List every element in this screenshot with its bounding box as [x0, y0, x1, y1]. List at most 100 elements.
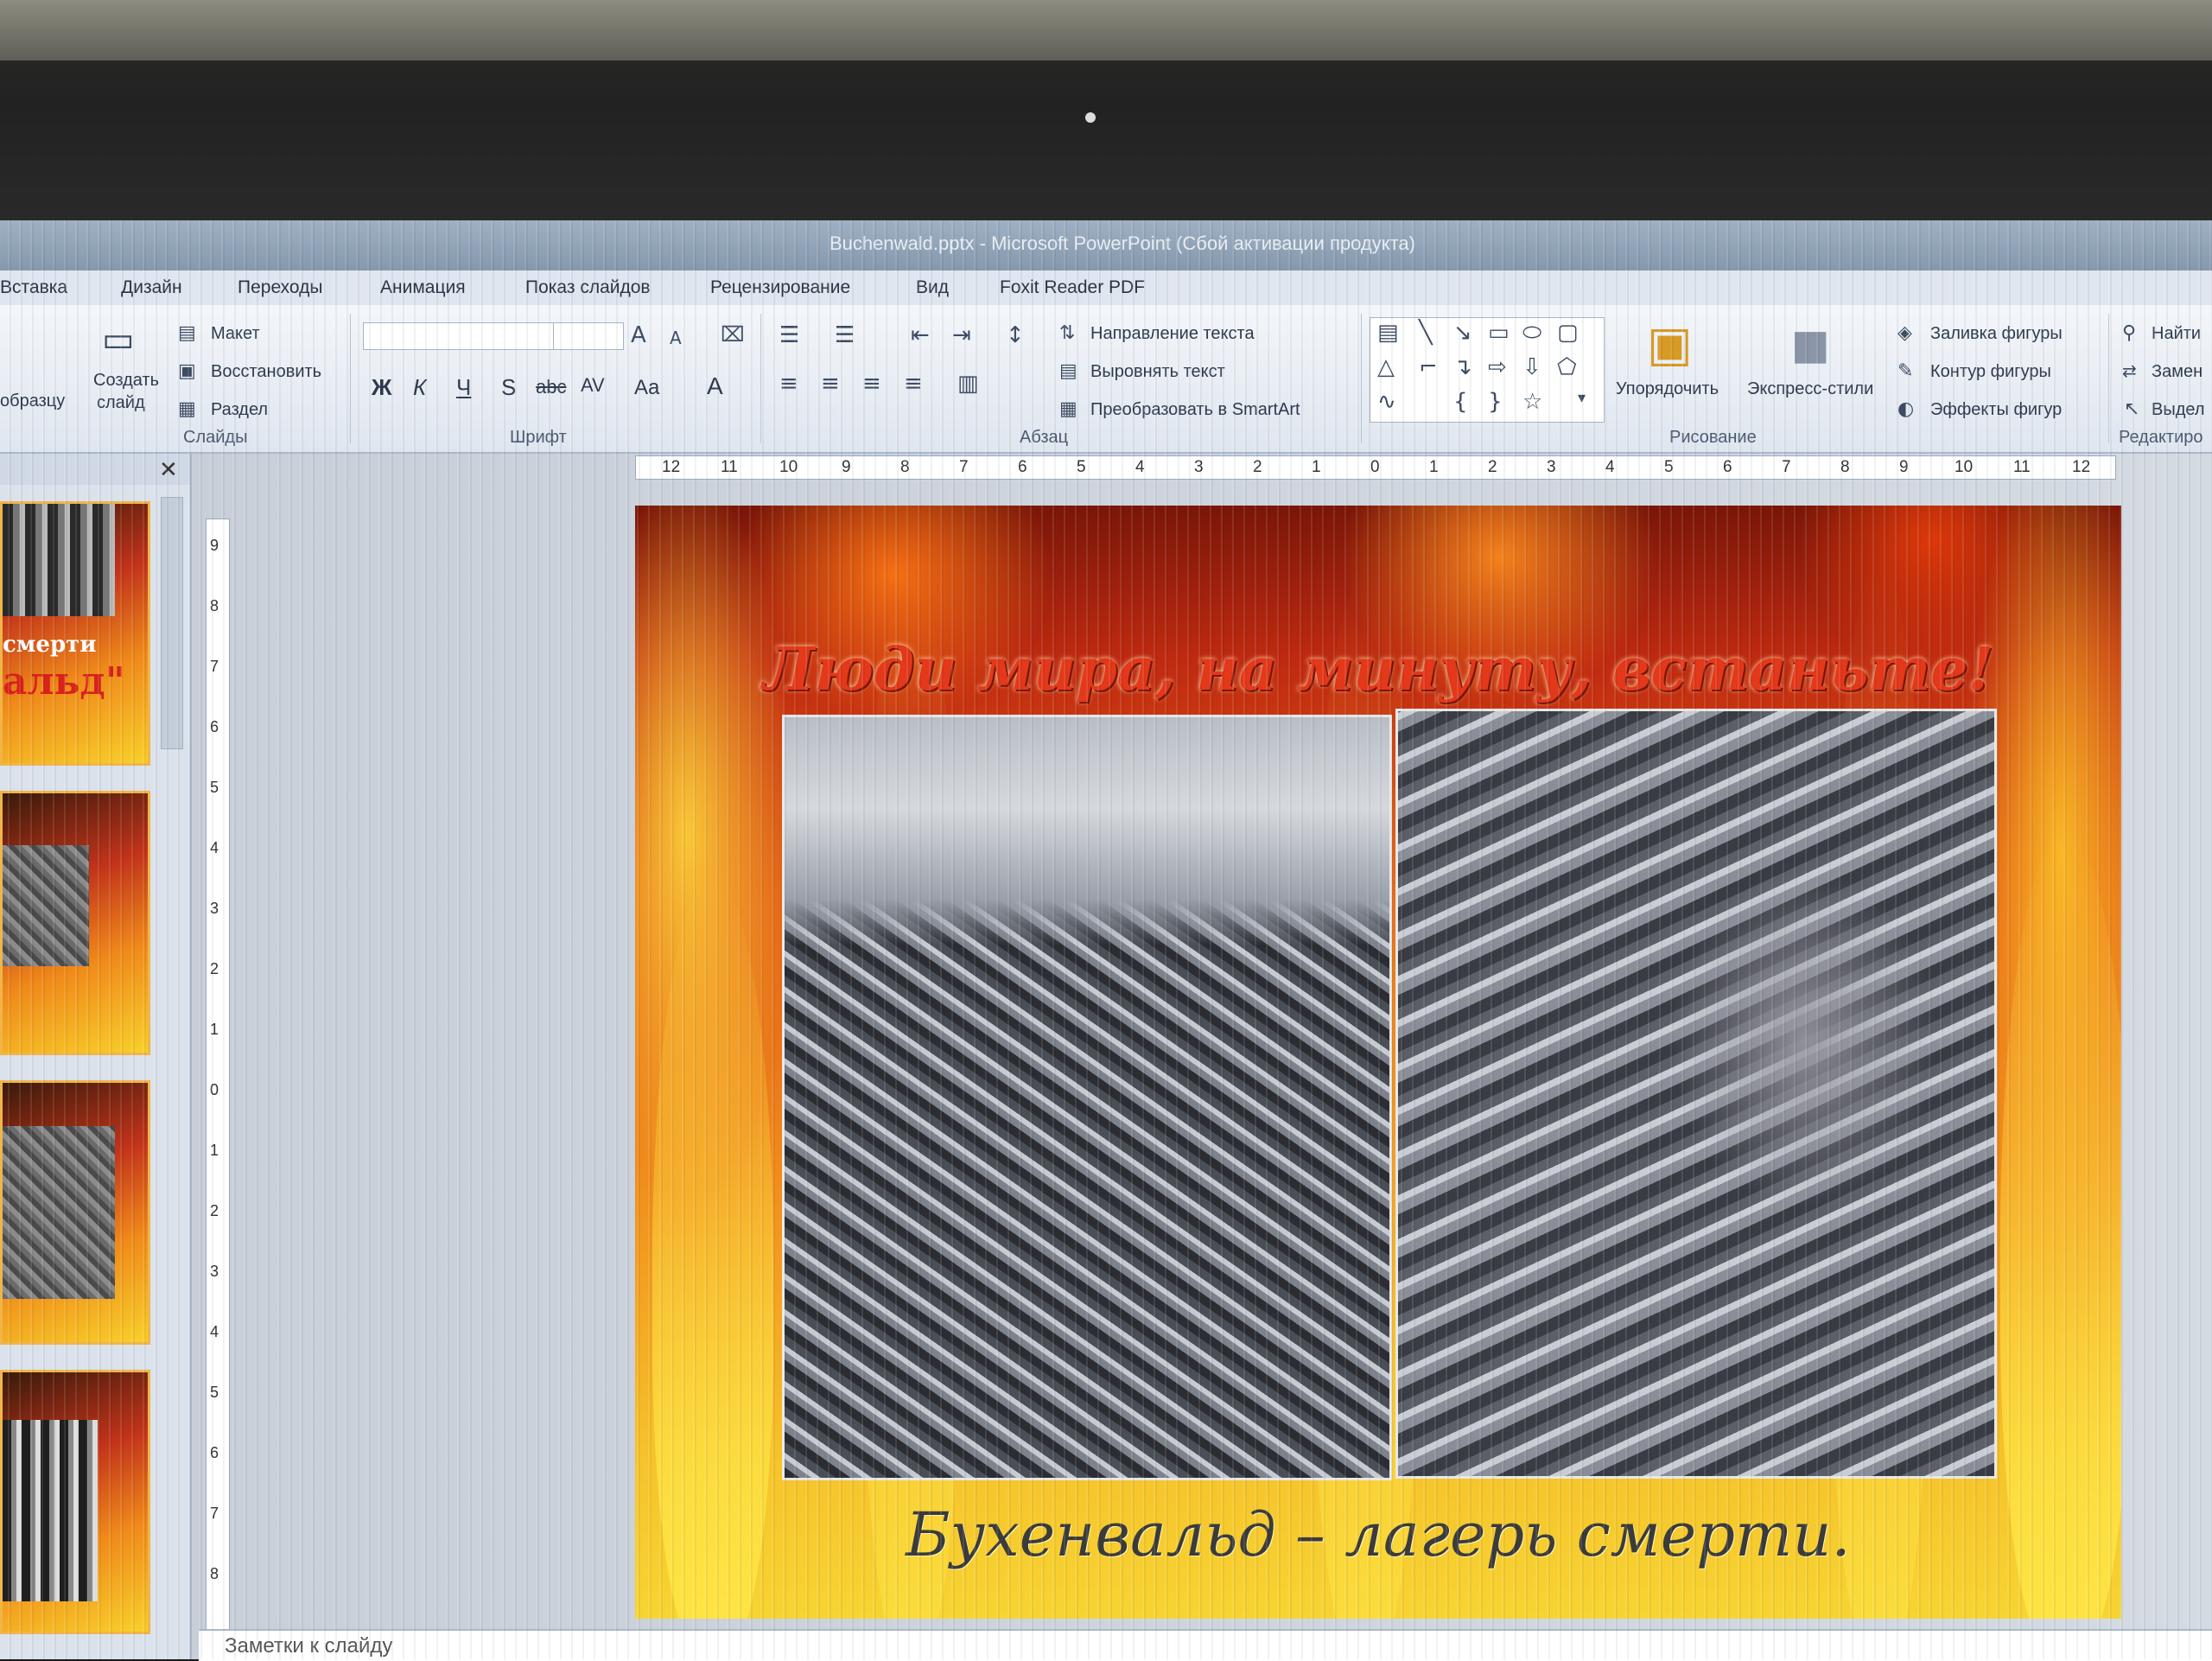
- ribbon-tabs: Вставка Дизайн Переходы Анимация Показ с…: [0, 270, 2212, 305]
- tab-slideshow[interactable]: Показ слайдов: [525, 277, 651, 298]
- align-center-icon[interactable]: ≡: [821, 372, 840, 395]
- reset-button[interactable]: Восстановить: [211, 362, 321, 382]
- slide-canvas[interactable]: Люди мира, на минуту, встаньте! Бухенвал…: [635, 506, 2121, 1619]
- select-button[interactable]: Выдел: [2152, 400, 2205, 420]
- increase-indent-icon[interactable]: ⇥: [952, 324, 971, 347]
- gallery-more-icon[interactable]: ▾: [1578, 391, 1586, 406]
- ruler-tick-label: 11: [721, 458, 738, 476]
- tab-transitions[interactable]: Переходы: [238, 277, 323, 298]
- clear-format-icon[interactable]: ⌧: [721, 324, 745, 345]
- quick-styles-button[interactable]: Экспресс-стили: [1747, 379, 1873, 399]
- align-text-button[interactable]: Выровнять текст: [1090, 362, 1225, 382]
- oval-shape-icon[interactable]: ⬭: [1522, 321, 1541, 344]
- change-case-button[interactable]: Aa: [634, 376, 659, 400]
- numbering-icon[interactable]: ☰: [835, 324, 855, 347]
- tab-animation[interactable]: Анимация: [380, 277, 466, 298]
- underline-button[interactable]: Ч: [456, 374, 471, 401]
- reset-icon[interactable]: ▣: [178, 362, 196, 381]
- text-direction-icon[interactable]: ⇅: [1059, 324, 1075, 343]
- connector-shape-icon[interactable]: ⌐: [1419, 356, 1438, 379]
- line-shape-icon[interactable]: ╲: [1419, 321, 1433, 344]
- ruler-tick-label: 6: [1723, 458, 1732, 476]
- slide-thumbnail-1[interactable]: смерти альд": [0, 501, 150, 766]
- text-direction-button[interactable]: Направление текста: [1090, 324, 1255, 344]
- tab-review[interactable]: Рецензирование: [710, 277, 850, 298]
- layout-button[interactable]: Макет: [211, 324, 260, 344]
- arrange-button[interactable]: Упорядочить: [1616, 379, 1719, 399]
- slide-photo-left[interactable]: [782, 715, 1392, 1480]
- font-size-box[interactable]: [553, 322, 624, 350]
- arrange-icon[interactable]: ▣: [1647, 321, 1693, 369]
- vertical-ruler[interactable]: 9 8 7 6 5 4 3 2 1 0 1 2 3 4 5 6 7 8: [206, 519, 230, 1652]
- layout-icon[interactable]: ▤: [178, 324, 196, 343]
- tab-foxit[interactable]: Foxit Reader PDF: [1000, 277, 1145, 298]
- new-slide-sub-label[interactable]: слайд: [97, 393, 145, 413]
- curve-shape-icon[interactable]: ∿: [1377, 391, 1396, 413]
- ruler-tick-label: 10: [1955, 458, 1974, 476]
- slide-subtitle[interactable]: Бухенвальд – лагерь смерти.: [635, 1499, 2121, 1570]
- ruler-tick-label: 1: [1429, 458, 1439, 476]
- shapes-gallery[interactable]: ▤ ╲ ↘ ▭ ⬭ ▢ △ ⌐ ↴ ⇨ ⇩ ⬠ ∿ { } ☆ ▾: [1370, 317, 1605, 423]
- freeform-shape-icon[interactable]: ⬠: [1557, 356, 1577, 379]
- shape-fill-icon[interactable]: ◈: [1897, 324, 1912, 343]
- section-icon[interactable]: ▦: [178, 400, 196, 419]
- shape-outline-icon[interactable]: ✎: [1897, 362, 1913, 381]
- star-shape-icon[interactable]: ☆: [1522, 391, 1542, 413]
- close-icon[interactable]: ✕: [159, 457, 178, 483]
- tab-design[interactable]: Дизайн: [121, 277, 182, 298]
- section-button[interactable]: Раздел: [211, 400, 268, 420]
- rectangle-shape-icon[interactable]: ▭: [1488, 321, 1510, 344]
- arrow-line-shape-icon[interactable]: ↘: [1453, 321, 1472, 344]
- new-slide-icon[interactable]: ▭: [102, 322, 135, 357]
- shape-outline-button[interactable]: Контур фигуры: [1930, 362, 2051, 382]
- line-spacing-icon[interactable]: ↕: [1006, 324, 1025, 347]
- font-color-button[interactable]: A: [707, 372, 723, 400]
- reuse-slides-label[interactable]: образцу: [0, 391, 65, 411]
- elbow-connector-icon[interactable]: ↴: [1453, 356, 1472, 379]
- columns-icon[interactable]: ▥: [957, 372, 979, 395]
- bold-button[interactable]: Ж: [372, 374, 392, 401]
- shadow-button[interactable]: S: [501, 374, 516, 401]
- align-text-icon[interactable]: ▤: [1059, 362, 1077, 381]
- shrink-font-icon[interactable]: A: [670, 329, 682, 347]
- italic-button[interactable]: К: [413, 374, 426, 401]
- grow-font-icon[interactable]: A: [631, 324, 646, 347]
- tab-view[interactable]: Вид: [916, 277, 949, 298]
- ruler-tick-label: 6: [210, 1444, 219, 1461]
- close-brace-shape-icon[interactable]: }: [1488, 391, 1503, 413]
- smartart-icon[interactable]: ▦: [1059, 400, 1077, 419]
- replace-button[interactable]: Замен: [2152, 362, 2202, 382]
- slide-thumbnail-4[interactable]: [0, 1370, 150, 1634]
- new-slide-button[interactable]: Создать: [93, 371, 159, 391]
- quick-styles-icon[interactable]: ◼: [1790, 321, 1830, 369]
- brace-shape-icon[interactable]: {: [1453, 391, 1468, 413]
- thumbnail-scrollbar[interactable]: [161, 497, 183, 749]
- slide-title[interactable]: Люди мира, на минуту, встаньте!: [635, 635, 2121, 704]
- rounded-rect-shape-icon[interactable]: ▢: [1557, 321, 1579, 344]
- bullets-icon[interactable]: ☰: [779, 324, 799, 347]
- tab-insert[interactable]: Вставка: [0, 277, 67, 298]
- slide-thumbnail-3[interactable]: [0, 1080, 150, 1345]
- decrease-indent-icon[interactable]: ⇤: [911, 324, 930, 347]
- select-cursor-icon[interactable]: ↖: [2124, 400, 2139, 419]
- shape-effects-icon[interactable]: ◐: [1897, 400, 1914, 419]
- slide-thumbnail-2[interactable]: [0, 791, 150, 1055]
- align-right-icon[interactable]: ≡: [862, 372, 881, 395]
- shape-effects-button[interactable]: Эффекты фигур: [1930, 400, 2062, 420]
- notes-pane[interactable]: Заметки к слайду: [199, 1629, 2212, 1661]
- horizontal-ruler[interactable]: 12 11 10 9 8 7 6 5 4 3 2 1 0 1 2 3 4 5 6…: [635, 455, 2116, 480]
- triangle-shape-icon[interactable]: △: [1377, 356, 1395, 379]
- replace-icon[interactable]: ⇄: [2122, 362, 2137, 379]
- down-arrow-shape-icon[interactable]: ⇩: [1522, 356, 1541, 379]
- char-spacing-button[interactable]: AV: [581, 374, 605, 397]
- find-button[interactable]: Найти: [2152, 324, 2201, 344]
- textbox-shape-icon[interactable]: ▤: [1377, 321, 1399, 344]
- shape-fill-button[interactable]: Заливка фигуры: [1930, 324, 2063, 344]
- justify-icon[interactable]: ≡: [904, 372, 923, 395]
- slide-photo-right[interactable]: [1395, 709, 1997, 1479]
- strikethrough-button[interactable]: abc: [536, 376, 566, 398]
- smartart-button[interactable]: Преобразовать в SmartArt: [1090, 400, 1300, 420]
- right-arrow-shape-icon[interactable]: ⇨: [1488, 356, 1507, 379]
- align-left-icon[interactable]: ≡: [779, 372, 798, 395]
- find-icon[interactable]: ⚲: [2122, 324, 2136, 343]
